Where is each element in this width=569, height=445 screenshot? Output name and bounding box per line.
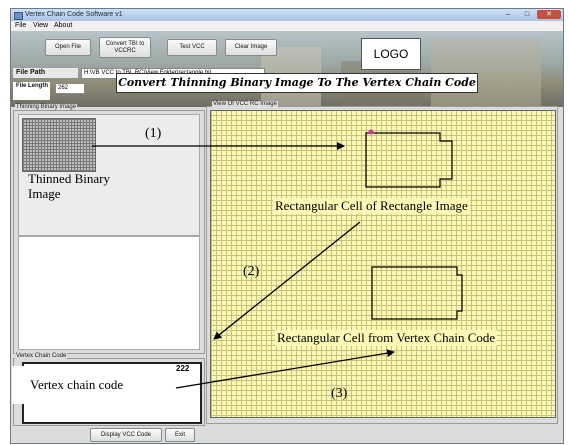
close-button[interactable]: ✕ <box>537 10 561 19</box>
minimize-button[interactable]: – <box>499 10 517 19</box>
rect-cell-vcc-caption: Rectangular Cell from Vertex Chain Code <box>275 330 498 346</box>
maximize-button[interactable]: □ <box>518 10 536 19</box>
file-length-field[interactable]: 262 <box>55 83 85 94</box>
step2-label: (2) <box>243 264 260 279</box>
vcc-view-title: View Of VCC RC Image <box>212 101 278 107</box>
file-path-label: File Path <box>13 68 78 78</box>
menu-bar: File View About <box>11 21 563 31</box>
menu-about[interactable]: About <box>54 21 72 31</box>
window-title: Vertex Chain Code Software v1 <box>25 11 123 18</box>
vcc-code-value: 222 <box>176 364 190 373</box>
thinning-image-blank <box>18 236 200 350</box>
thinned-image-thumbnail <box>22 118 96 172</box>
thinned-caption-line2: Image <box>28 186 61 201</box>
vcc-caption: Vertex chain code <box>30 377 124 392</box>
app-icon <box>14 12 23 20</box>
thinned-caption-line1: Thinned Binary <box>28 171 110 186</box>
menu-view[interactable]: View <box>33 21 48 31</box>
page-headline: Convert Thinning Binary Image To The Ver… <box>116 73 478 93</box>
display-vcc-button[interactable]: Display VCC Code <box>90 428 162 442</box>
header-banner: Open File Convert TBI to VCCRC Test VCC … <box>11 31 563 107</box>
menu-file[interactable]: File <box>15 21 26 31</box>
open-file-button[interactable]: Open File <box>45 39 91 56</box>
convert-button[interactable]: Convert TBI to VCCRC <box>99 37 151 58</box>
vcc-panel-title: Vertex Chain Code <box>15 353 68 359</box>
clear-image-button[interactable]: Clear Image <box>225 39 277 56</box>
step3-label: (3) <box>331 386 348 401</box>
logo: LOGO <box>361 38 421 70</box>
step1-label: (1) <box>145 126 162 141</box>
file-length-label: File Length <box>13 82 50 100</box>
thinning-panel-title: Thinning Binary Image <box>15 104 78 110</box>
rect-cell-image-caption: Rectangular Cell of Rectangle Image <box>273 198 470 214</box>
vcc-grid-canvas <box>210 110 556 418</box>
title-bar: Vertex Chain Code Software v1 – □ ✕ <box>11 9 563 21</box>
test-vcc-button[interactable]: Test VCC <box>167 39 217 56</box>
exit-button[interactable]: Exit <box>165 428 195 442</box>
